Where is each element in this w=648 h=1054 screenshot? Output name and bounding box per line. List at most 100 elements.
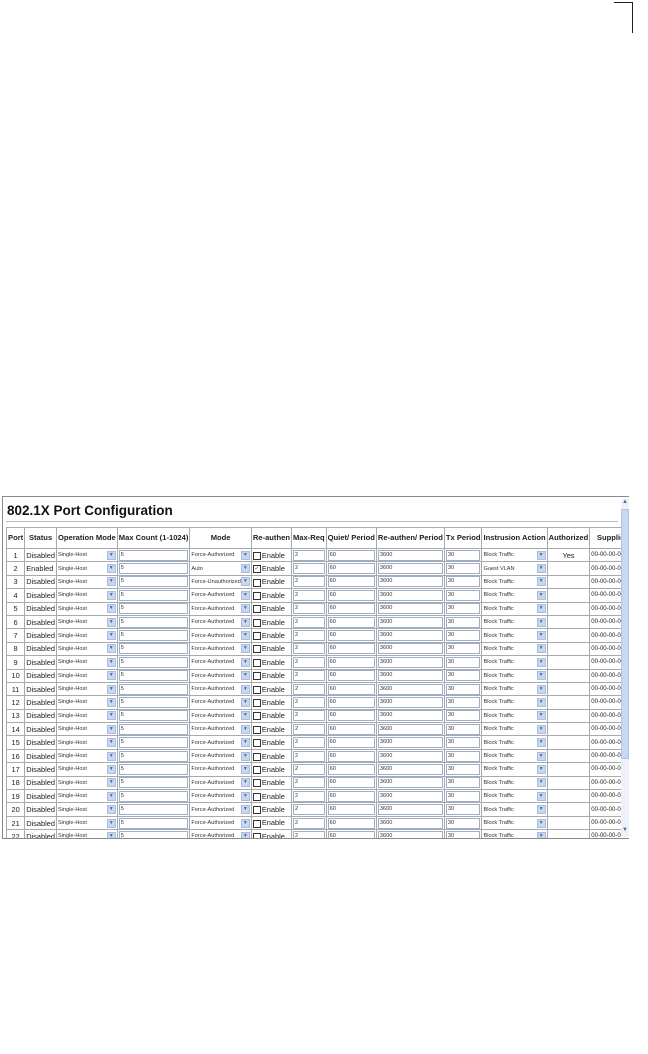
- quiet-period-input[interactable]: 60: [327, 576, 375, 588]
- max-count-input[interactable]: 5: [118, 723, 189, 735]
- reauthen-checkbox[interactable]: Enable: [250, 681, 292, 697]
- checkbox-icon[interactable]: [252, 752, 261, 761]
- max-req-input[interactable]: 2: [292, 830, 325, 838]
- intrusion-action-select[interactable]: Block Traffic ▼: [483, 738, 546, 748]
- reauthen-period-input[interactable]: 3600: [377, 656, 443, 668]
- reauthen-checkbox[interactable]: Enable: [250, 748, 292, 764]
- max-req-input[interactable]: 2: [292, 710, 325, 722]
- operation-mode-select[interactable]: Single-Host ▼: [58, 617, 116, 627]
- checkbox-icon[interactable]: [252, 591, 261, 600]
- max-count-input[interactable]: 5: [118, 616, 189, 628]
- max-count-input[interactable]: 5: [118, 670, 189, 682]
- tx-period-input[interactable]: 30: [445, 710, 481, 722]
- checkbox-icon[interactable]: [252, 779, 261, 788]
- reauthen-period-input[interactable]: 3600: [377, 589, 443, 601]
- checkbox-icon[interactable]: [252, 672, 261, 681]
- quiet-period-input[interactable]: 60: [327, 696, 375, 708]
- reauthen-period-input[interactable]: 3600: [377, 616, 443, 628]
- operation-mode-select[interactable]: Single-Host ▼: [58, 751, 116, 761]
- tx-period-input[interactable]: 30: [445, 630, 481, 642]
- intrusion-action-select[interactable]: Block Traffic ▼: [483, 684, 546, 694]
- mode-select[interactable]: Force-Authorized ▼: [191, 738, 250, 748]
- reauthen-period-input[interactable]: 3600: [377, 603, 443, 615]
- checkbox-icon[interactable]: [252, 832, 261, 838]
- max-req-input[interactable]: 2: [292, 737, 325, 749]
- reauthen-period-input[interactable]: 3600: [377, 817, 443, 829]
- max-req-input[interactable]: 2: [292, 589, 325, 601]
- mode-select[interactable]: Force-Authorized ▼: [191, 778, 250, 788]
- operation-mode-select[interactable]: Single-Host ▼: [58, 657, 116, 667]
- intrusion-action-select[interactable]: Block Traffic ▼: [483, 657, 546, 667]
- reauthen-checkbox[interactable]: Enable: [250, 789, 292, 804]
- reauthen-checkbox[interactable]: Enable: [250, 668, 292, 683]
- tx-period-input[interactable]: 30: [445, 696, 481, 708]
- max-req-input[interactable]: 2: [292, 790, 325, 802]
- mode-select[interactable]: Force-Authorized ▼: [191, 751, 250, 761]
- mode-select[interactable]: Force-Authorized ▼: [191, 697, 250, 707]
- checkbox-icon[interactable]: [252, 819, 261, 828]
- quiet-period-input[interactable]: 60: [327, 683, 375, 695]
- intrusion-action-select[interactable]: Block Traffic ▼: [483, 697, 546, 707]
- checkbox-icon[interactable]: [252, 618, 261, 627]
- tx-period-input[interactable]: 30: [445, 616, 481, 628]
- intrusion-action-select[interactable]: Block Traffic ▼: [483, 590, 546, 600]
- tx-period-input[interactable]: 30: [445, 563, 481, 575]
- tx-period-input[interactable]: 30: [445, 589, 481, 601]
- reauthen-period-input[interactable]: 3600: [377, 576, 443, 588]
- operation-mode-select[interactable]: Single-Host ▼: [58, 590, 116, 600]
- tx-period-input[interactable]: 30: [445, 750, 481, 762]
- checkbox-icon[interactable]: [252, 578, 261, 587]
- mode-select[interactable]: Force-Authorized ▼: [191, 724, 250, 734]
- max-count-input[interactable]: 5: [118, 589, 189, 601]
- intrusion-action-select[interactable]: Block Traffic ▼: [483, 617, 546, 627]
- intrusion-action-select[interactable]: Block Traffic ▼: [483, 671, 546, 681]
- reauthen-period-input[interactable]: 3600: [377, 750, 443, 762]
- operation-mode-select[interactable]: Single-Host ▼: [58, 778, 116, 788]
- reauthen-period-input[interactable]: 3600: [377, 723, 443, 735]
- max-count-input[interactable]: 5: [118, 603, 189, 615]
- reauthen-period-input[interactable]: 3600: [377, 670, 443, 682]
- max-req-input[interactable]: 2: [292, 777, 325, 789]
- checkbox-icon[interactable]: [252, 605, 261, 614]
- intrusion-action-select[interactable]: Block Traffic ▼: [483, 778, 546, 788]
- quiet-period-input[interactable]: 60: [327, 763, 375, 775]
- max-count-input[interactable]: 5: [118, 563, 189, 575]
- reauthen-checkbox[interactable]: Enable: [250, 628, 292, 643]
- max-count-input[interactable]: 5: [118, 656, 189, 668]
- mode-select[interactable]: Force-Authorized ▼: [191, 590, 250, 600]
- checkbox-icon[interactable]: [252, 765, 261, 774]
- tx-period-input[interactable]: 30: [445, 830, 481, 838]
- quiet-period-input[interactable]: 60: [327, 817, 375, 829]
- reauthen-checkbox[interactable]: Enable: [250, 762, 292, 777]
- mode-select[interactable]: Force-Authorized ▼: [191, 805, 250, 815]
- mode-select[interactable]: Auto ▼: [191, 564, 250, 574]
- reauthen-period-input[interactable]: 3600: [377, 777, 443, 789]
- operation-mode-select[interactable]: Single-Host ▼: [58, 791, 116, 801]
- max-count-input[interactable]: 5: [118, 777, 189, 789]
- max-count-input[interactable]: 5: [118, 737, 189, 749]
- reauthen-checkbox[interactable]: Enable: [250, 601, 292, 616]
- reauthen-checkbox[interactable]: Enable: [250, 547, 292, 563]
- max-req-input[interactable]: 2: [292, 817, 325, 829]
- mode-select[interactable]: Force-Authorized ▼: [191, 604, 250, 614]
- quiet-period-input[interactable]: 60: [327, 750, 375, 762]
- checkbox-icon[interactable]: [252, 806, 261, 815]
- reauthen-checkbox[interactable]: Enable: [250, 614, 292, 630]
- operation-mode-select[interactable]: Single-Host ▼: [58, 764, 116, 774]
- max-req-input[interactable]: 2: [292, 656, 325, 668]
- tx-period-input[interactable]: 30: [445, 763, 481, 775]
- operation-mode-select[interactable]: Single-Host ▼: [58, 577, 116, 587]
- checkbox-icon[interactable]: [252, 685, 261, 694]
- max-req-input[interactable]: 2: [292, 563, 325, 575]
- tx-period-input[interactable]: 30: [445, 670, 481, 682]
- reauthen-period-input[interactable]: 3600: [377, 630, 443, 642]
- max-req-input[interactable]: 2: [292, 603, 325, 615]
- quiet-period-input[interactable]: 60: [327, 616, 375, 628]
- quiet-period-input[interactable]: 60: [327, 777, 375, 789]
- scroll-up-icon[interactable]: ▲: [621, 499, 629, 507]
- tx-period-input[interactable]: 30: [445, 777, 481, 789]
- max-count-input[interactable]: 5: [118, 710, 189, 722]
- reauthen-period-input[interactable]: 3600: [377, 549, 443, 561]
- intrusion-action-select[interactable]: Guest VLAN ▼: [483, 564, 546, 574]
- reauthen-period-input[interactable]: 3600: [377, 563, 443, 575]
